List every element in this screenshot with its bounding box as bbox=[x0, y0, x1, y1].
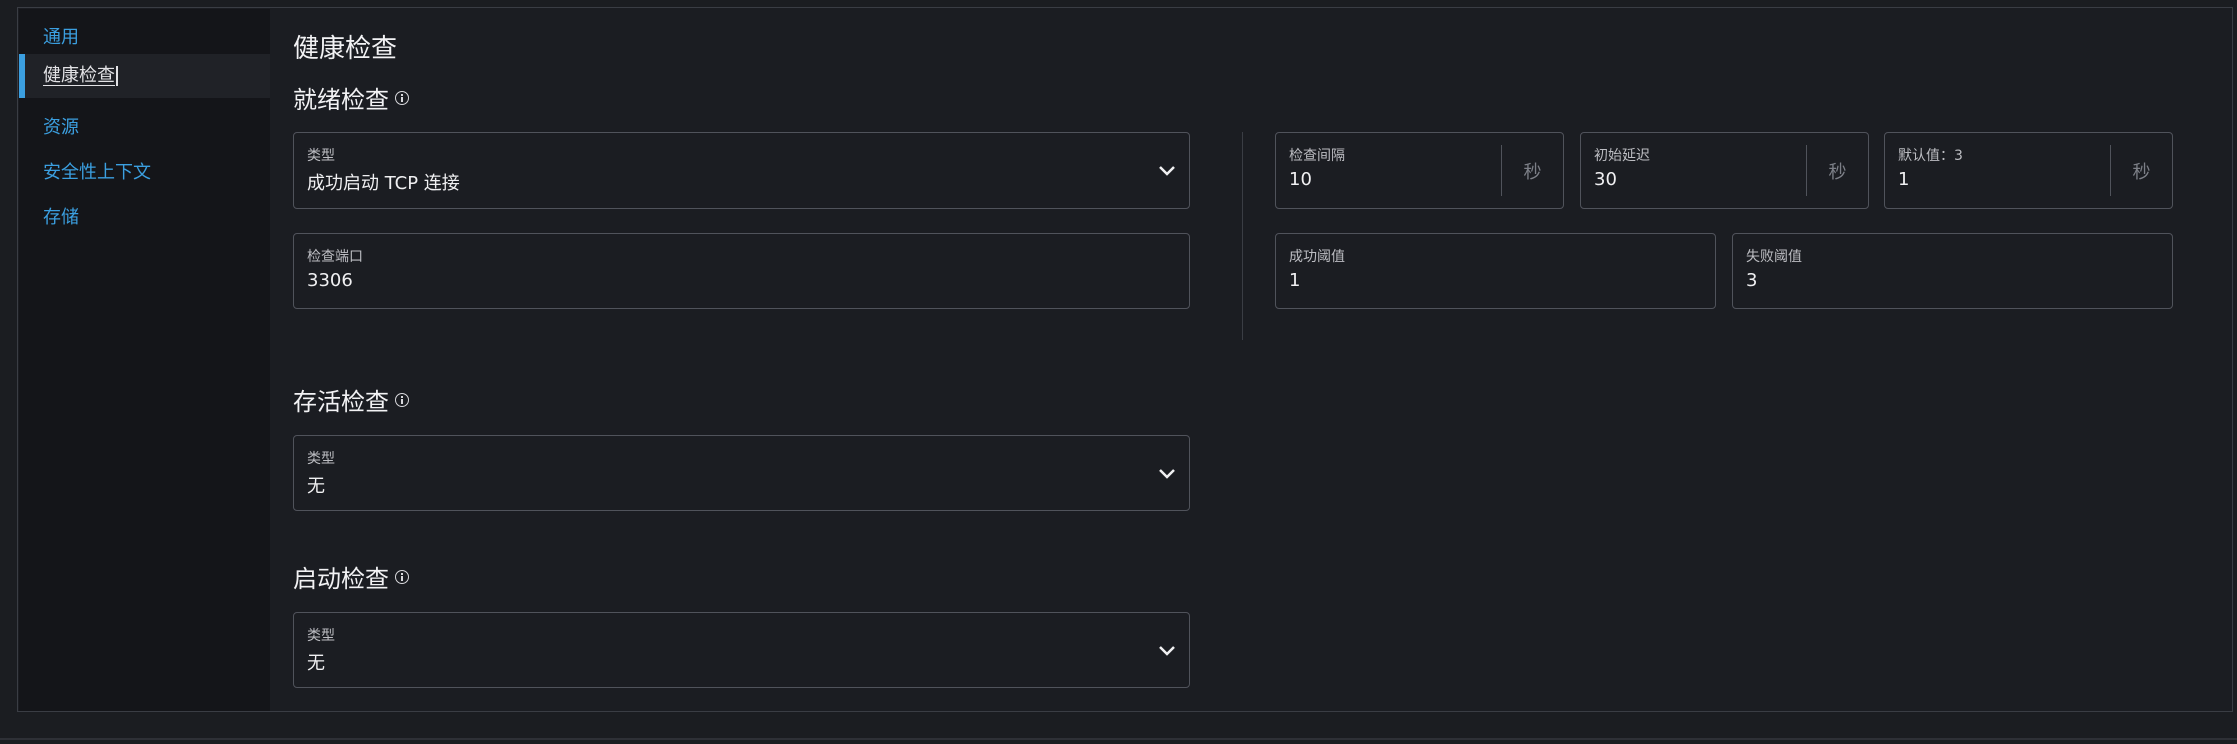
startup-type-label: 类型 bbox=[307, 628, 335, 644]
startup-type-select[interactable]: 类型 无 bbox=[293, 612, 1190, 688]
initial-delay-label: 初始延迟 bbox=[1594, 148, 1650, 164]
sidebar-item-label: 安全性上下文 bbox=[43, 162, 151, 183]
sidebar-item-health-check[interactable]: 健康检查 bbox=[19, 54, 270, 98]
success-threshold-value: 1 bbox=[1289, 270, 1301, 291]
liveness-type-label: 类型 bbox=[307, 451, 335, 467]
liveness-type-select[interactable]: 类型 无 bbox=[293, 435, 1190, 511]
info-icon[interactable] bbox=[395, 90, 409, 105]
success-threshold-label: 成功阈值 bbox=[1289, 249, 1345, 265]
check-interval-label: 检查间隔 bbox=[1289, 148, 1345, 164]
text-cursor bbox=[116, 66, 118, 86]
sidebar-item-label: 存储 bbox=[43, 207, 79, 228]
readiness-section-title: 就绪检查 bbox=[293, 80, 409, 115]
readiness-type-value: 成功启动 TCP 连接 bbox=[307, 173, 460, 194]
liveness-type-value: 无 bbox=[307, 476, 325, 497]
page-title: 健康检查 bbox=[293, 34, 398, 64]
liveness-title: 存活检查 bbox=[293, 388, 389, 416]
sidebar-item-label: 健康检查 bbox=[43, 65, 115, 86]
sidebar-item-security-context[interactable]: 安全性上下文 bbox=[19, 151, 270, 195]
sidebar-item-label: 资源 bbox=[43, 117, 79, 138]
chevron-down-icon bbox=[1159, 166, 1175, 176]
timeout-label: 默认值：3 bbox=[1898, 148, 1963, 164]
timeout-unit: 秒 bbox=[2110, 145, 2172, 196]
divider bbox=[1242, 132, 1243, 340]
initial-delay-value: 30 bbox=[1594, 169, 1617, 190]
readiness-type-label: 类型 bbox=[307, 148, 335, 164]
startup-title: 启动检查 bbox=[293, 565, 389, 593]
sidebar-item-storage[interactable]: 存储 bbox=[19, 196, 270, 240]
sidebar-item-resources[interactable]: 资源 bbox=[19, 106, 270, 150]
timeout-value: 1 bbox=[1898, 169, 1910, 190]
failure-threshold-value: 3 bbox=[1746, 270, 1758, 291]
readiness-type-select[interactable]: 类型 成功启动 TCP 连接 bbox=[293, 132, 1190, 209]
chevron-down-icon bbox=[1159, 469, 1175, 479]
main-content: 健康检查 就绪检查 类型 成功启动 TCP 连接 检查端口 3306 检查间隔 … bbox=[270, 8, 2232, 711]
sidebar: 通用 健康检查 资源 安全性上下文 存储 bbox=[19, 9, 270, 711]
initial-delay-field[interactable]: 初始延迟 30 秒 bbox=[1580, 132, 1869, 209]
startup-section-title: 启动检查 bbox=[293, 559, 409, 594]
readiness-port-value: 3306 bbox=[307, 270, 353, 291]
readiness-title: 就绪检查 bbox=[293, 86, 389, 114]
sidebar-item-label: 通用 bbox=[43, 27, 79, 48]
success-threshold-field[interactable]: 成功阈值 1 bbox=[1275, 233, 1716, 309]
bottom-divider bbox=[0, 738, 2237, 740]
startup-type-value: 无 bbox=[307, 653, 325, 674]
timeout-field[interactable]: 默认值：3 1 秒 bbox=[1884, 132, 2173, 209]
initial-delay-unit: 秒 bbox=[1806, 145, 1868, 196]
check-interval-value: 10 bbox=[1289, 169, 1312, 190]
app-frame: 通用 健康检查 资源 安全性上下文 存储 健康检查 就绪检查 类型 成功启动 T… bbox=[17, 7, 2233, 712]
info-icon[interactable] bbox=[395, 392, 409, 407]
readiness-port-label: 检查端口 bbox=[307, 249, 363, 265]
readiness-port-field[interactable]: 检查端口 3306 bbox=[293, 233, 1190, 309]
check-interval-unit: 秒 bbox=[1501, 145, 1563, 196]
liveness-section-title: 存活检查 bbox=[293, 382, 409, 417]
info-icon[interactable] bbox=[395, 569, 409, 584]
check-interval-field[interactable]: 检查间隔 10 秒 bbox=[1275, 132, 1564, 209]
failure-threshold-field[interactable]: 失败阈值 3 bbox=[1732, 233, 2173, 309]
failure-threshold-label: 失败阈值 bbox=[1746, 249, 1802, 265]
chevron-down-icon bbox=[1159, 646, 1175, 656]
